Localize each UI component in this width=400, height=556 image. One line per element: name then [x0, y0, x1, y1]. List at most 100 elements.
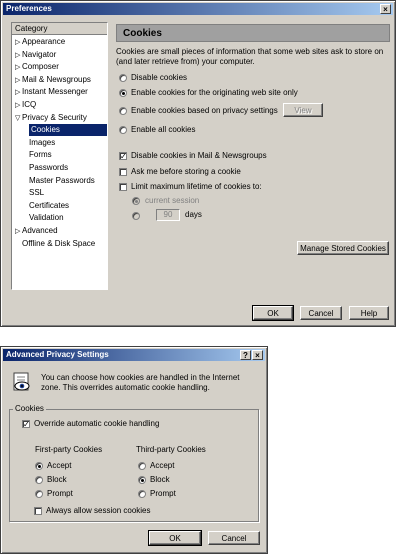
- category-tree: Category ▷ Appearance ▷ Navigator ▷ Composer ▷…: [11, 22, 108, 290]
- first-party-block-radio[interactable]: [35, 476, 43, 484]
- enable-privacy-settings-label: Enable cookies based on privacy settings: [131, 106, 278, 115]
- first-party-title: First-party Cookies: [35, 445, 103, 454]
- tree-item-icq[interactable]: ▷ ICQ: [15, 99, 36, 111]
- lifetime-current-label: current session: [145, 196, 200, 205]
- tree-item-label: Composer: [22, 62, 59, 72]
- tree-item-validation[interactable]: Validation: [29, 212, 64, 224]
- manage-cookies-button[interactable]: Manage Stored Cookies: [297, 241, 389, 255]
- tree-item-label: Instant Messenger: [22, 87, 88, 97]
- limit-lifetime-label: Limit maximum lifetime of cookies to:: [131, 182, 262, 191]
- tree-item-label: Passwords: [29, 163, 69, 172]
- tree-item-mail-newsgroups[interactable]: ▷ Mail & Newsgroups: [15, 74, 91, 86]
- tree-item-label: Images: [29, 137, 56, 147]
- tree-item-forms[interactable]: Forms: [29, 149, 52, 161]
- limit-lifetime-checkbox[interactable]: [119, 183, 127, 191]
- disable-mail-cookies-checkbox[interactable]: ✓: [119, 152, 127, 161]
- enable-originating-radio[interactable]: [119, 89, 127, 97]
- adv-ok-button[interactable]: OK: [148, 530, 202, 546]
- category-header-label: Category: [15, 24, 48, 33]
- help-icon[interactable]: ?: [240, 350, 251, 360]
- third-party-title: Third-party Cookies: [136, 445, 206, 454]
- lifetime-current-radio[interactable]: [132, 197, 140, 205]
- cancel-button[interactable]: Cancel: [300, 306, 342, 320]
- ask-before-storing-checkbox[interactable]: [119, 168, 127, 176]
- session-cookies-label: Always allow session cookies: [46, 506, 151, 515]
- category-header: Category: [12, 23, 107, 35]
- tree-item-label: Certificates: [29, 200, 70, 210]
- enable-all-label: Enable all cookies: [131, 125, 196, 134]
- tree-item-images[interactable]: Images: [29, 137, 55, 149]
- expand-icon[interactable]: ▷: [15, 226, 22, 238]
- tree-item-advanced[interactable]: ▷ Advanced: [15, 225, 58, 237]
- tree-item-label: Cookies: [31, 125, 60, 135]
- adv-cancel-button[interactable]: Cancel: [208, 531, 260, 545]
- close-icon[interactable]: ×: [380, 4, 391, 14]
- view-button[interactable]: View: [283, 103, 323, 117]
- ok-button[interactable]: OK: [252, 305, 294, 321]
- expand-icon[interactable]: ▷: [15, 100, 22, 112]
- enable-all-radio[interactable]: [119, 126, 127, 134]
- tree-item-instant-messenger[interactable]: ▷ Instant Messenger: [15, 86, 88, 98]
- tree-item-privacy-security[interactable]: ▽ Privacy & Security: [15, 112, 87, 124]
- expand-icon[interactable]: ▷: [15, 62, 22, 74]
- third-party-prompt-label: Prompt: [150, 489, 176, 498]
- expand-icon[interactable]: ▷: [15, 87, 22, 99]
- third-party-prompt-radio[interactable]: [138, 490, 146, 498]
- panel-header: Cookies: [116, 24, 390, 42]
- tree-item-appearance[interactable]: ▷ Appearance: [15, 36, 65, 48]
- third-party-block-radio[interactable]: [138, 476, 146, 484]
- preferences-title: Preferences: [6, 4, 52, 13]
- first-party-prompt-label: Prompt: [47, 489, 73, 498]
- first-party-prompt-radio[interactable]: [35, 490, 43, 498]
- disable-cookies-radio[interactable]: [119, 74, 127, 82]
- tree-item-label: Privacy & Security: [22, 112, 87, 122]
- tree-item-cookies[interactable]: Cookies: [29, 124, 107, 137]
- lifetime-days-radio[interactable]: [132, 212, 140, 220]
- expand-icon[interactable]: ▷: [15, 75, 22, 87]
- third-party-accept-radio[interactable]: [138, 462, 146, 470]
- expand-icon[interactable]: ▷: [15, 50, 22, 62]
- tree-item-label: Navigator: [22, 49, 57, 59]
- ask-before-storing-label: Ask me before storing a cookie: [131, 167, 241, 176]
- tree-item-offline-disk-space[interactable]: Offline & Disk Space: [22, 238, 95, 250]
- disable-cookies-label: Disable cookies: [131, 73, 188, 82]
- tree-item-label: Advanced: [22, 226, 58, 235]
- tree-item-navigator[interactable]: ▷ Navigator: [15, 49, 56, 61]
- tree-item-label: Mail & Newsgroups: [22, 74, 91, 84]
- tree-item-certificates[interactable]: Certificates: [29, 200, 69, 212]
- tree-item-label: Offline & Disk Space: [22, 238, 96, 248]
- tree-item-ssl[interactable]: SSL: [29, 187, 44, 199]
- expand-icon[interactable]: ▷: [15, 37, 22, 49]
- session-cookies-checkbox[interactable]: [34, 507, 42, 515]
- disable-mail-cookies-label: Disable cookies in Mail & Newsgroups: [131, 151, 267, 160]
- panel-title: Cookies: [123, 28, 162, 39]
- cookies-group-label: Cookies: [13, 404, 46, 413]
- first-party-accept-radio[interactable]: [35, 462, 43, 470]
- preferences-titlebar: Preferences ×: [3, 3, 393, 15]
- tree-item-label: ICQ: [22, 100, 37, 109]
- tree-item-master-passwords[interactable]: Master Passwords: [29, 175, 95, 187]
- help-button[interactable]: Help: [349, 306, 389, 320]
- tree-item-composer[interactable]: ▷ Composer: [15, 61, 59, 73]
- collapse-icon[interactable]: ▽: [15, 113, 22, 125]
- lifetime-days-label: days: [185, 210, 202, 219]
- lifetime-days-input[interactable]: 90: [156, 209, 180, 221]
- tree-item-label: Forms: [29, 150, 52, 160]
- cookie-privacy-icon: [13, 372, 30, 391]
- enable-originating-label: Enable cookies for the originating web s…: [131, 88, 298, 97]
- tree-item-label: Validation: [29, 213, 64, 223]
- tree-item-label: Appearance: [22, 37, 66, 46]
- advanced-info-text: You can choose how cookies are handled i…: [41, 373, 240, 392]
- tree-item-passwords[interactable]: Passwords: [29, 162, 68, 174]
- override-label: Override automatic cookie handling: [34, 419, 160, 428]
- first-party-accept-label: Accept: [47, 461, 72, 470]
- enable-privacy-settings-radio[interactable]: [119, 107, 127, 115]
- close-icon[interactable]: ×: [252, 350, 263, 360]
- tree-item-label: Master Passwords: [29, 175, 95, 185]
- advanced-title: Advanced Privacy Settings: [6, 350, 109, 359]
- advanced-privacy-dialog: Advanced Privacy Settings ? × You can ch…: [0, 346, 268, 554]
- advanced-titlebar: Advanced Privacy Settings ? ×: [3, 349, 265, 361]
- override-checkbox[interactable]: ✓: [22, 420, 30, 429]
- tree-item-label: SSL: [29, 188, 45, 198]
- third-party-block-label: Block: [150, 475, 170, 484]
